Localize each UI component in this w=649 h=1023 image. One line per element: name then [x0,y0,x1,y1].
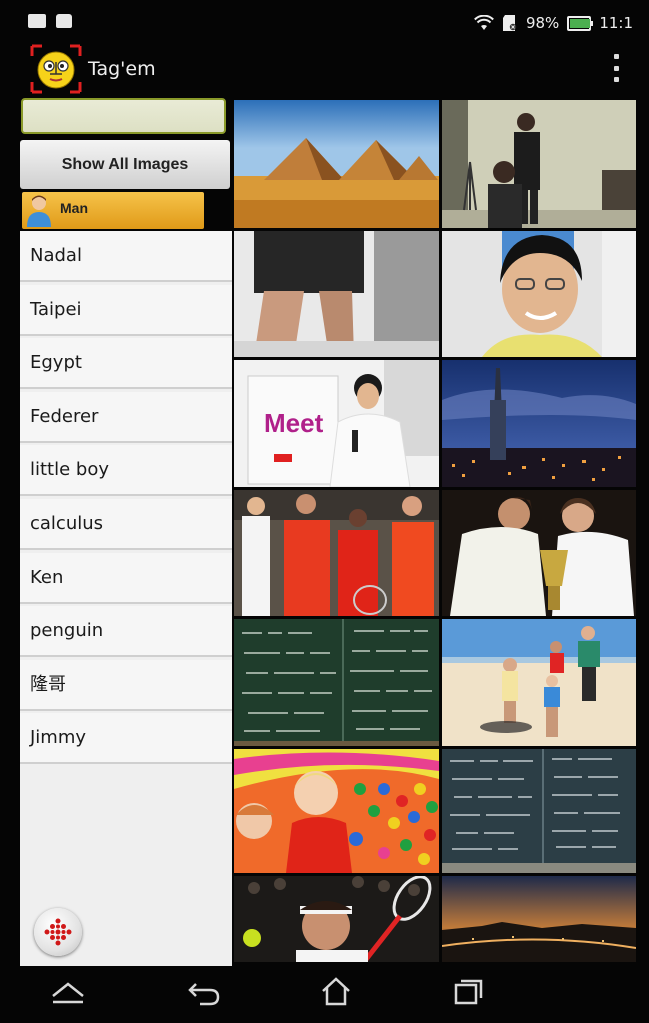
tag-item[interactable]: 隆哥 [20,659,232,711]
tag-list: Nadal Taipei Egypt Federer little boy ca… [20,231,232,966]
active-tag-chip[interactable]: Man [22,192,204,229]
room-with-tripod-photo[interactable] [442,100,636,228]
taipei-101-night-photo[interactable] [442,360,636,487]
grid-dots-icon[interactable] [34,908,82,956]
smiling-boy-glasses-photo[interactable] [442,231,636,357]
tag-item[interactable]: Taipei [20,284,232,336]
city-bridge-dusk-photo[interactable] [442,876,636,962]
blackboard-math-photo[interactable] [442,749,636,873]
tennis-players-group-photo[interactable] [234,490,439,616]
home-icon[interactable] [50,976,86,1006]
tag-item[interactable]: Federer [20,391,232,443]
wifi-icon [474,15,494,30]
person-icon [27,195,51,227]
tag-item[interactable]: Jimmy [20,713,232,765]
tag-item[interactable]: Egypt [20,338,232,390]
action-bar: Tag'em [0,40,649,96]
boy-presenting-meet-poster-photo[interactable]: Meet [234,360,439,487]
svg-text:Meet: Meet [264,408,324,438]
clock: 11:1 [599,14,633,32]
battery-icon [567,15,594,31]
sd-card-icon [502,15,517,31]
tag-item[interactable]: Nadal [20,231,232,282]
app-title: Tag'em [88,58,156,80]
active-tag-label: Man [60,200,88,216]
image-notification-icon [28,14,46,28]
home-house-icon[interactable] [318,976,354,1006]
overflow-menu-icon[interactable] [612,54,620,82]
battery-percent: 98% [525,14,560,32]
image-grid: Meet [234,100,636,962]
tag-search-input[interactable] [21,98,226,134]
egypt-pyramids-photo[interactable] [234,100,439,228]
back-icon[interactable] [186,976,222,1006]
recent-apps-icon[interactable] [450,976,486,1006]
chalkboard-equations-photo[interactable] [234,619,439,746]
tennis-player-racket-photo[interactable] [234,876,439,962]
tag-item[interactable]: little boy [20,445,232,497]
tag-item[interactable]: penguin [20,606,232,658]
tag-item[interactable]: Ken [20,552,232,604]
tennis-trophy-photo[interactable] [442,490,636,616]
family-beach-photo[interactable] [442,619,636,746]
navigation-bar [0,966,649,1023]
status-bar: 98% 11:1 [0,0,649,40]
show-all-images-button[interactable]: Show All Images [20,140,230,189]
tagem-face-icon[interactable] [30,44,82,94]
bag-notification-icon [56,14,72,28]
children-ball-pit-photo[interactable] [234,749,439,873]
legs-closeup-photo[interactable] [234,231,439,357]
tag-item[interactable]: calculus [20,498,232,550]
